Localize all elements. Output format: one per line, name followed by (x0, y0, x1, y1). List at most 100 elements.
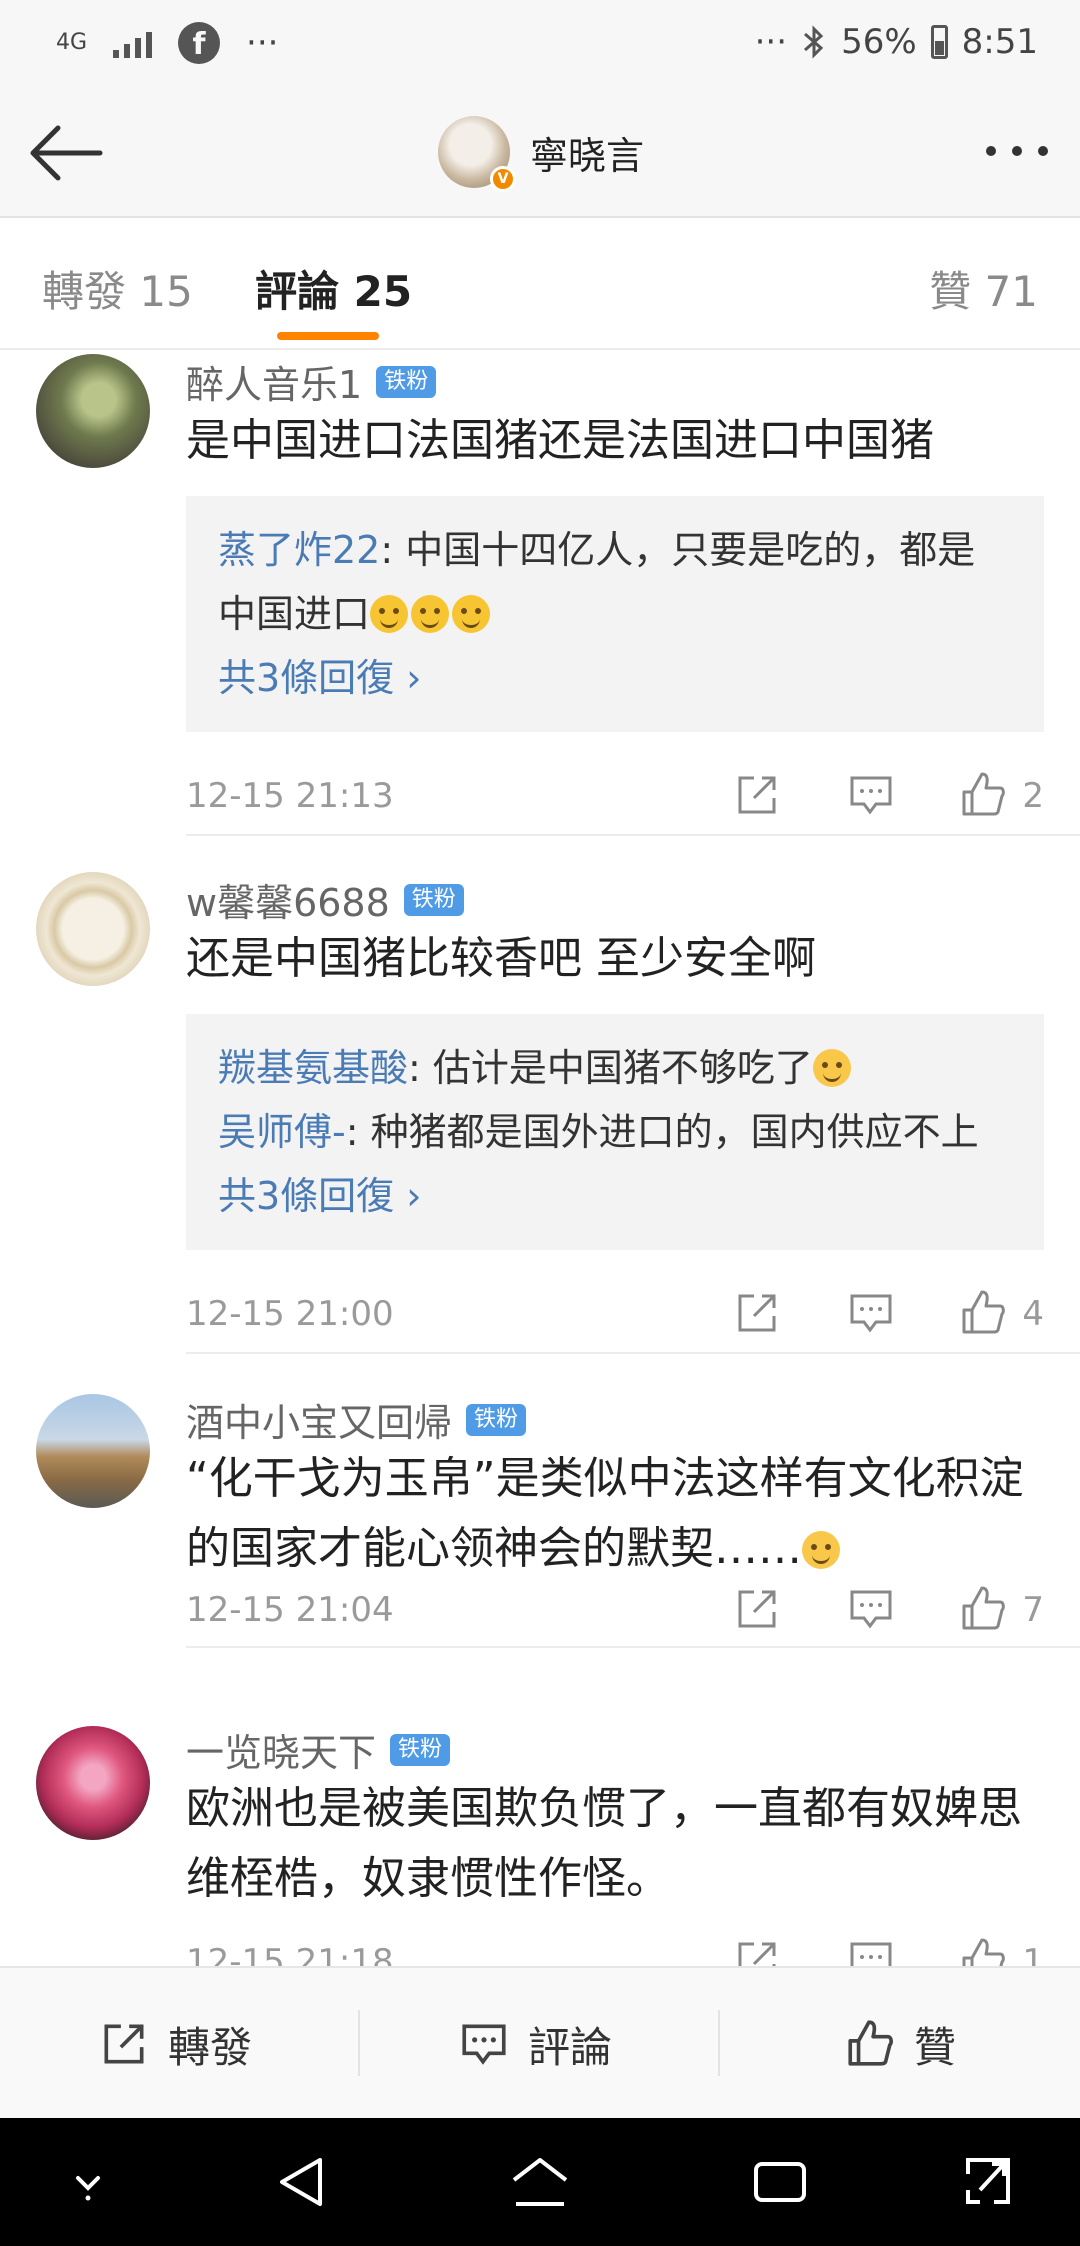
reply-line: 蒸了炸22: 中国十四亿人，只要是吃的，都是 (218, 518, 1012, 582)
reply-box[interactable]: 羰基氨基酸: 估计是中国猪不够吃了 吴师傅-: 种猪都是国外进口的，国内供应不上… (186, 1014, 1044, 1250)
avatar[interactable] (36, 872, 150, 986)
reply-user[interactable]: 吴师傅- (218, 1110, 346, 1154)
comment-time: 12-15 21:18 (186, 1942, 394, 1966)
comment-time: 12-15 21:13 (186, 776, 394, 816)
system-nav-bar (0, 2118, 1080, 2246)
reply-text: : 估计是中国猪不够吃了 (408, 1046, 813, 1090)
clock: 8:51 (961, 22, 1038, 62)
comment-time: 12-15 21:00 (186, 1294, 394, 1334)
comment-text-line: 维桎梏，奴隶惯性作怪。 (186, 1853, 670, 1904)
like-icon[interactable] (958, 1584, 1008, 1634)
laugh-cry-emoji-icon (812, 1049, 851, 1087)
comment-icon[interactable] (846, 770, 896, 820)
comment-text: 是中国进口法国猪还是法国进口中国猪 (186, 415, 934, 466)
commenter-name[interactable]: 一览晓天下 (186, 1722, 376, 1777)
like-button[interactable]: 贊 (844, 1968, 956, 2120)
bottom-action-bar: 轉發 評論 贊 (0, 1966, 1080, 2118)
view-replies-link[interactable]: 共3條回復 › (218, 1164, 1012, 1228)
repost-icon[interactable] (732, 770, 782, 820)
like-icon[interactable] (958, 1288, 1008, 1338)
fan-badge: 铁粉 (376, 365, 437, 398)
comment-footer: 12-15 21:13 2 (186, 764, 1044, 824)
separator (718, 2010, 720, 2076)
facebook-icon: f (178, 22, 221, 64)
doge-emoji-icon (452, 595, 491, 633)
comment-text-line: “化干戈为玉帛”是类似中法这样有文化积淀 (186, 1453, 1024, 1504)
divider (186, 1352, 1080, 1354)
commenter-name[interactable]: w馨馨6688 (186, 872, 390, 927)
repost-icon[interactable] (732, 1584, 782, 1634)
back-arrow-icon[interactable] (28, 120, 108, 186)
more-options-icon[interactable] (986, 146, 1048, 156)
verified-icon: V (490, 166, 516, 192)
reply-text: : 种猪都是国外进口的，国内供应不上 (345, 1110, 979, 1154)
battery-icon (930, 25, 948, 59)
comment-time: 12-15 21:04 (186, 1590, 394, 1630)
doge-emoji-icon (370, 595, 409, 633)
reply-line: 羰基氨基酸: 估计是中国猪不够吃了 (218, 1036, 1012, 1100)
avatar[interactable] (36, 354, 150, 468)
fan-badge: 铁粉 (403, 883, 464, 916)
comment-footer: 12-15 21:00 4 (186, 1282, 1044, 1342)
comment-button[interactable]: 評論 (458, 1968, 612, 2120)
comment-text-cont: 的国家才能心领神会的默契…… (186, 1523, 802, 1574)
like-icon[interactable] (958, 1936, 1008, 1966)
avatar[interactable] (36, 1726, 150, 1840)
divider (186, 1646, 1080, 1648)
active-tab-indicator (277, 332, 379, 340)
repost-icon[interactable] (732, 1288, 782, 1338)
separator (358, 2010, 360, 2076)
home-icon[interactable] (510, 2152, 570, 2212)
commenter-name[interactable]: 酒中小宝又回帰 (186, 1392, 452, 1447)
comment-text: 还是中国猪比较香吧 至少安全啊 (186, 933, 816, 984)
avatar[interactable] (36, 1394, 150, 1508)
header-user[interactable]: V 寧晓言 (438, 116, 644, 192)
reply-user[interactable]: 蒸了炸22 (218, 528, 380, 572)
comment-list[interactable]: 醉人音乐1 铁粉 是中国进口法国猪还是法国进口中国猪 蒸了炸22: 中国十四亿人… (0, 352, 1080, 1966)
status-bar: 4G f ··· ··· 56% 8:51 (0, 0, 1080, 90)
comment-footer: 12-15 21:04 7 (186, 1578, 1044, 1638)
expand-icon[interactable] (958, 2152, 1018, 2212)
divider (186, 834, 1080, 836)
repost-icon (104, 2024, 144, 2064)
fan-badge: 铁粉 (390, 1733, 451, 1766)
reply-user[interactable]: 羰基氨基酸 (218, 1046, 408, 1090)
overflow-dots-right: ··· (754, 22, 788, 62)
overflow-dots: ··· (246, 23, 279, 63)
tab-likes[interactable]: 贊 71 (929, 258, 1038, 319)
repost-icon[interactable] (732, 1936, 782, 1966)
like-label: 贊 (914, 2022, 957, 2072)
reply-line: 中国进口 (218, 582, 1012, 646)
view-replies-link[interactable]: 共3條回復 › (218, 646, 1012, 710)
like-icon[interactable] (958, 770, 1008, 820)
like-icon (848, 2020, 893, 2066)
comment-footer: 12-15 21:18 1 (186, 1930, 1044, 1966)
comment-text: “化干戈为玉帛”是类似中法这样有文化积淀 的国家才能心领神会的默契…… (186, 1444, 1046, 1584)
reply-line: 吴师傅-: 种猪都是国外进口的，国内供应不上 (218, 1100, 1012, 1164)
repost-button[interactable]: 轉發 (98, 1968, 252, 2120)
like-count: 4 (1022, 1294, 1044, 1334)
comment-icon[interactable] (846, 1288, 896, 1338)
avatar[interactable]: V (438, 116, 516, 192)
tab-bar: 轉發 15 評論 25 贊 71 (0, 218, 1080, 350)
top-header: V 寧晓言 (0, 90, 1080, 218)
like-count: 2 (1022, 776, 1044, 816)
comment-text-line: 欧洲也是被美国欺负惯了，一直都有奴婢思 (186, 1783, 1022, 1834)
repost-label: 轉發 (168, 2022, 253, 2072)
reply-text-cont: 中国进口 (218, 592, 371, 636)
comment-icon[interactable] (846, 1584, 896, 1634)
comment-icon[interactable] (846, 1936, 896, 1966)
commenter-name[interactable]: 醉人音乐1 (186, 354, 362, 409)
back-triangle-icon[interactable] (272, 2152, 332, 2212)
recent-apps-icon[interactable] (750, 2152, 810, 2212)
fan-badge: 铁粉 (466, 1403, 527, 1436)
reply-box[interactable]: 蒸了炸22: 中国十四亿人，只要是吃的，都是 中国进口 共3條回復 › (186, 496, 1044, 732)
battery-percent: 56% (841, 22, 917, 62)
tab-repost[interactable]: 轉發 15 (42, 258, 193, 319)
bluetooth-icon (804, 25, 824, 59)
comment-text: 欧洲也是被美国欺负惯了，一直都有奴婢思 维桎梏，奴隶惯性作怪。 (186, 1774, 1046, 1914)
tab-comments[interactable]: 評論 25 (255, 258, 412, 319)
chevron-down-icon[interactable] (58, 2152, 118, 2212)
header-user-name[interactable]: 寧晓言 (530, 125, 644, 180)
like-count: 7 (1022, 1590, 1044, 1630)
